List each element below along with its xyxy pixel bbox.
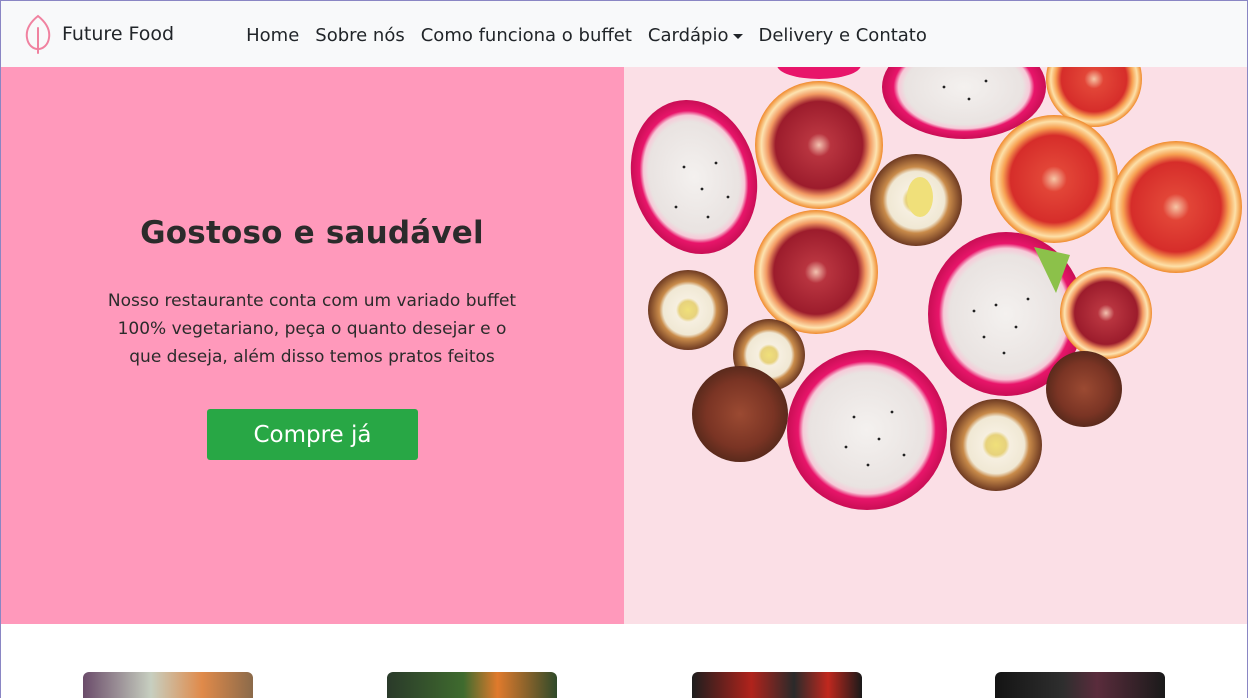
brand-link[interactable]: Future Food [24, 14, 174, 54]
card-image-2 [387, 672, 557, 698]
nav-links: Home Sobre nós Como funciona o buffet Ca… [246, 25, 943, 46]
nav-link-como-funciona[interactable]: Como funciona o buffet [421, 25, 632, 46]
buy-button[interactable]: Compre já [207, 409, 418, 460]
hero-description: Nosso restaurante conta com um variado b… [107, 291, 517, 367]
cards-section [0, 624, 1248, 698]
card-image-4 [995, 672, 1165, 698]
hero-image [624, 67, 1248, 624]
navbar: Future Food Home Sobre nós Como funciona… [0, 0, 1248, 67]
leaf-icon [25, 14, 51, 54]
nav-link-sobre-nos[interactable]: Sobre nós [315, 25, 404, 46]
brand-name: Future Food [62, 22, 175, 45]
nav-dropdown-label: Cardápio [647, 25, 729, 46]
hero-title: Gostoso e saudável [140, 215, 484, 251]
hero-section: Gostoso e saudável Nosso restaurante con… [0, 67, 624, 624]
card-image-1 [83, 672, 253, 698]
caret-down-icon [732, 34, 743, 39]
nav-dropdown-cardapio[interactable]: Cardápio [648, 25, 743, 46]
card-image-3 [692, 672, 862, 698]
nav-link-home[interactable]: Home [246, 25, 299, 46]
nav-link-delivery-contato[interactable]: Delivery e Contato [759, 25, 927, 46]
fruit-photo [624, 67, 1248, 624]
